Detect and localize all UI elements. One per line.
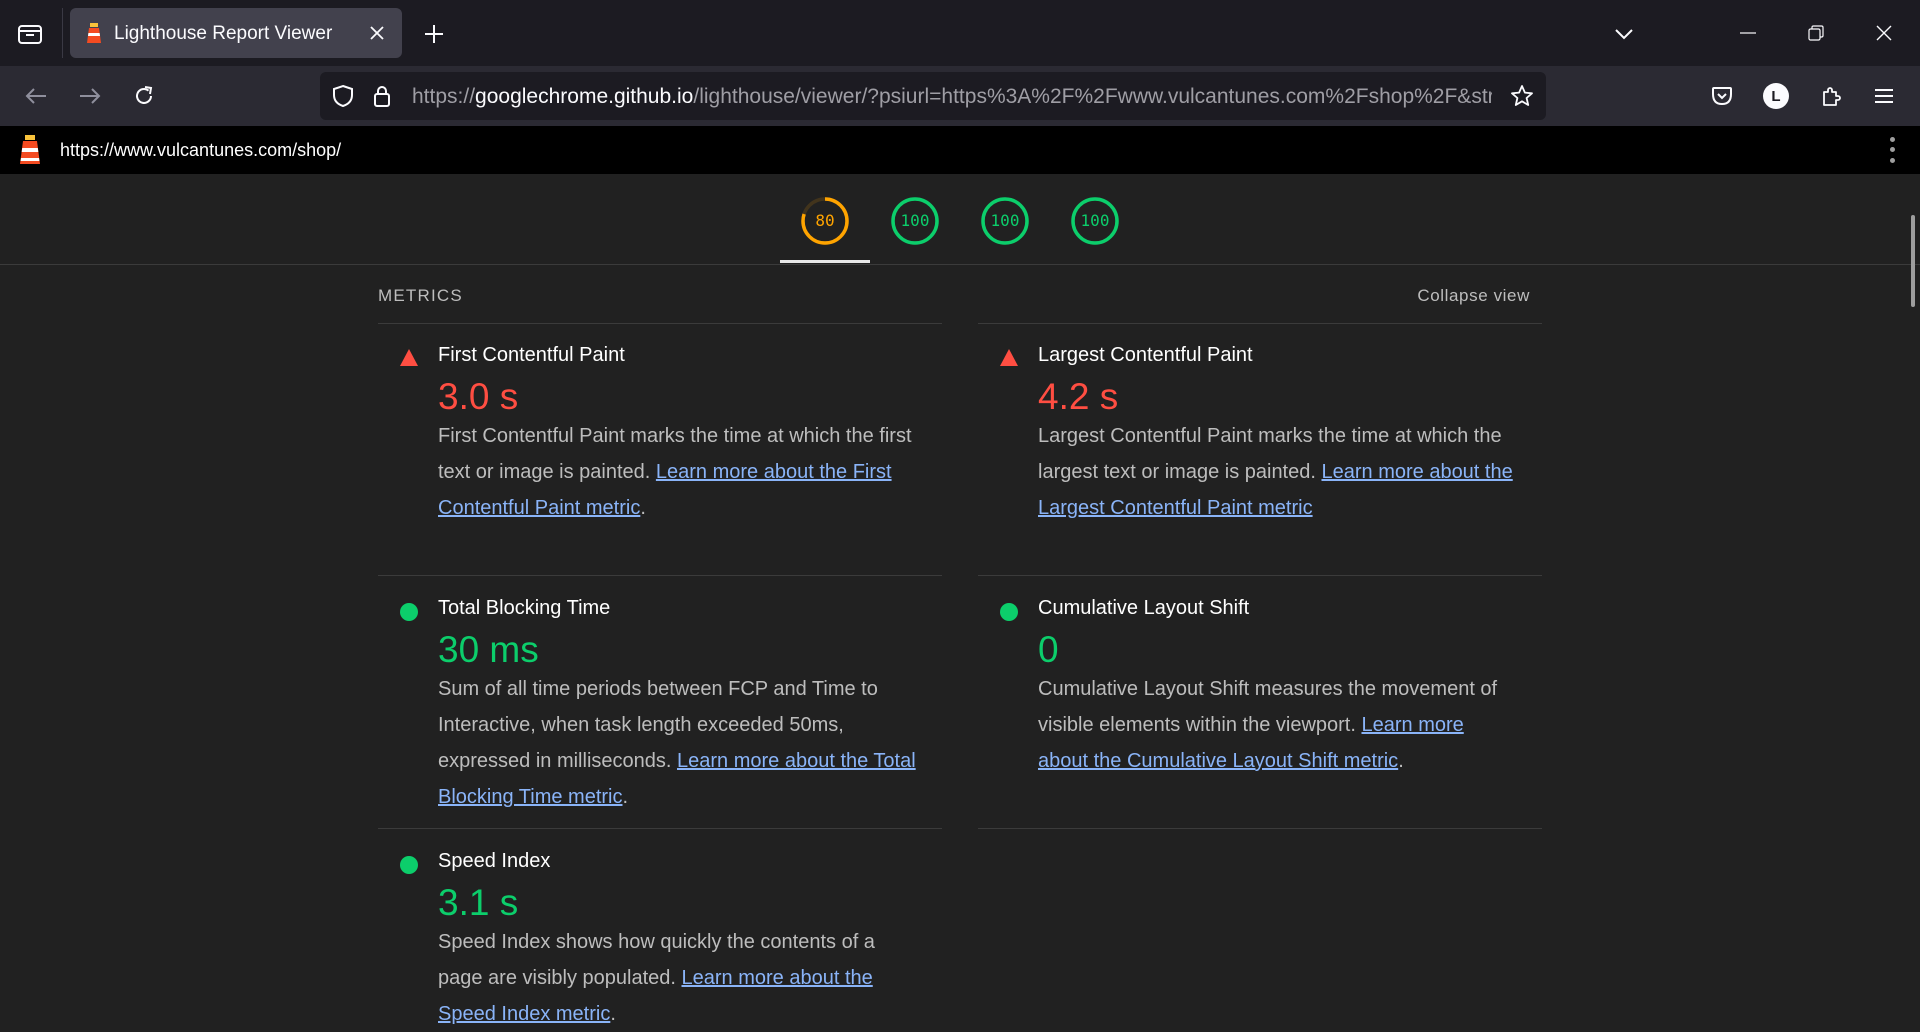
fail-triangle-icon (400, 349, 418, 366)
metric-title: Speed Index (438, 850, 551, 872)
metric-value: 0 (1038, 629, 1059, 670)
gauge-score: 100 (900, 211, 930, 230)
metric-title: Total Blocking Time (438, 597, 611, 619)
close-icon (370, 26, 384, 40)
divider (378, 323, 942, 324)
metric-value: 3.0 s (438, 376, 519, 417)
close-window-button[interactable] (1856, 8, 1912, 58)
arrow-right-icon (80, 88, 101, 104)
forward-button[interactable] (70, 76, 110, 116)
pass-circle-icon (400, 856, 418, 874)
url-bar[interactable]: https://googlechrome.github.io/lighthous… (320, 72, 1546, 120)
metric-description: Largest Contentful Paint marks the time … (1038, 418, 1518, 526)
restore-button[interactable] (1788, 8, 1844, 58)
metric-description-end: . (640, 497, 646, 519)
vertical-scrollbar[interactable] (1911, 215, 1915, 307)
metric-cumulative-layout-shift: Cumulative Layout Shift 0 Cumulative Lay… (978, 595, 1497, 825)
lighthouse-topbar: https://www.vulcantunes.com/shop/ (0, 126, 1920, 174)
menu-dot-icon (1889, 158, 1895, 164)
firefox-view-icon (18, 25, 42, 44)
metric-speed-index: Speed Index 3.1 s Speed Index shows how … (378, 848, 875, 1025)
metric-description-end: . (1398, 750, 1404, 772)
metric-description-end: . (622, 786, 629, 808)
gauge-accessibility[interactable]: 100 (890, 196, 940, 246)
lighthouse-favicon-icon (84, 21, 104, 50)
metric-description: Sum of all time periods between FCP and … (438, 671, 918, 815)
arrow-left-icon (25, 88, 46, 104)
minimize-icon (1740, 32, 1756, 34)
active-gauge-indicator (780, 260, 870, 263)
url-scheme: https:// (412, 85, 476, 108)
extensions-button[interactable] (1811, 76, 1851, 116)
sticky-score-header: 80 100 100 100 (0, 174, 1920, 265)
metric-total-blocking-time: Total Blocking Time 30 ms Sum of all tim… (378, 595, 916, 825)
url-host: googlechrome.github.io (475, 85, 694, 108)
new-tab-button[interactable] (414, 14, 454, 54)
metrics-heading: METRICS (378, 286, 463, 305)
collapse-view-button[interactable]: Collapse view (1417, 286, 1530, 306)
pocket-icon (1712, 87, 1732, 106)
minimize-button[interactable] (1720, 8, 1776, 58)
metric-value: 30 ms (438, 629, 539, 670)
tab-lighthouse-report-viewer[interactable]: Lighthouse Report Viewer (70, 8, 402, 58)
metric-value: 4.2 s (1038, 376, 1119, 417)
close-icon (1876, 25, 1892, 41)
back-button[interactable] (16, 76, 56, 116)
plus-icon (425, 25, 443, 43)
navigation-toolbar: https://googlechrome.github.io/lighthous… (0, 66, 1920, 126)
gauge-best-practices[interactable]: 100 (980, 196, 1030, 246)
tab-close-button[interactable] (364, 20, 390, 46)
tab-bar: Lighthouse Report Viewer (0, 0, 1920, 66)
metric-value: 3.1 s (438, 882, 519, 923)
app-menu-button[interactable] (1864, 76, 1904, 116)
lighthouse-logo-icon (16, 133, 44, 172)
menu-dot-icon (1889, 147, 1895, 153)
lock-icon[interactable] (372, 84, 392, 113)
divider (978, 575, 1542, 576)
menu-dot-icon (1889, 136, 1895, 142)
tab-separator (62, 8, 63, 58)
metric-title: First Contentful Paint (438, 344, 625, 366)
divider (378, 828, 942, 829)
pocket-button[interactable] (1702, 76, 1742, 116)
pass-circle-icon (400, 603, 418, 621)
avatar-initial: L (1771, 87, 1781, 105)
reload-button[interactable] (124, 76, 164, 116)
report-url[interactable]: https://www.vulcantunes.com/shop/ (60, 140, 341, 161)
metric-description-end: . (610, 1003, 616, 1025)
star-icon (1511, 85, 1533, 106)
metric-first-contentful-paint: First Contentful Paint 3.0 s First Conte… (378, 342, 912, 572)
hamburger-menu-icon (1875, 89, 1893, 103)
account-avatar[interactable]: L (1763, 83, 1789, 109)
divider (378, 575, 942, 576)
url-path: /lighthouse/viewer/?psiurl=https%3A%2F%2… (693, 85, 1492, 108)
tab-title: Lighthouse Report Viewer (114, 23, 333, 44)
list-all-tabs-button[interactable] (1604, 14, 1644, 54)
restore-icon (1808, 25, 1824, 41)
divider (978, 828, 1542, 829)
firefox-view-button[interactable] (10, 14, 50, 54)
gauge-score: 80 (815, 211, 835, 230)
metric-title: Largest Contentful Paint (1038, 344, 1253, 366)
bookmark-star-button[interactable] (1508, 82, 1536, 110)
divider (978, 323, 1542, 324)
gauge-seo[interactable]: 100 (1070, 196, 1120, 246)
metric-description: First Contentful Paint marks the time at… (438, 418, 918, 526)
metric-description: Cumulative Layout Shift measures the mov… (1038, 671, 1518, 779)
gauge-score: 100 (1080, 211, 1110, 230)
tracking-protection-icon[interactable] (332, 84, 354, 113)
url-text[interactable]: https://googlechrome.github.io/lighthous… (412, 85, 1492, 109)
puzzle-icon (1823, 87, 1841, 106)
pass-circle-icon (1000, 603, 1018, 621)
chevron-down-icon (1615, 29, 1633, 40)
tools-menu-button[interactable] (1882, 134, 1902, 166)
gauge-score: 100 (990, 211, 1020, 230)
metric-title: Cumulative Layout Shift (1038, 597, 1250, 619)
gauge-performance[interactable]: 80 (800, 196, 850, 246)
metric-description: Speed Index shows how quickly the conten… (438, 924, 918, 1032)
fail-triangle-icon (1000, 349, 1018, 366)
metric-largest-contentful-paint: Largest Contentful Paint 4.2 s Largest C… (978, 342, 1513, 572)
reload-icon (136, 86, 153, 104)
